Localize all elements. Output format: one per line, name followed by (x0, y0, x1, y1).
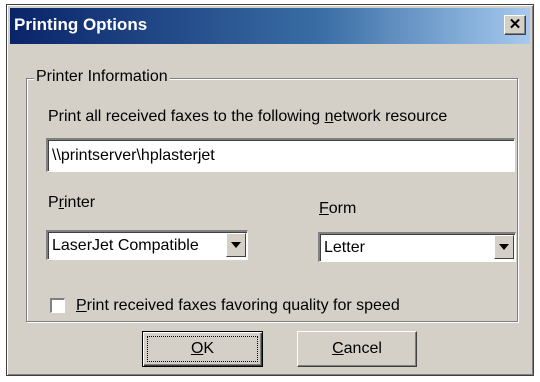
group-legend: Printer Information (34, 68, 170, 86)
close-button[interactable]: ✕ (504, 15, 526, 35)
close-icon: ✕ (508, 16, 522, 33)
title-bar[interactable]: Printing Options ✕ (10, 8, 530, 44)
printer-label: Printer (48, 194, 96, 211)
network-resource-label: Print all received faxes to the followin… (48, 108, 448, 125)
printer-dropdown-arrow-icon[interactable] (226, 233, 246, 257)
cancel-button[interactable]: Cancel (297, 331, 417, 367)
dialog-title: Printing Options (14, 15, 148, 34)
printer-selected-value: LaserJet Compatible (52, 237, 199, 254)
printer-select[interactable]: LaserJet Compatible (46, 230, 248, 260)
quality-checkbox[interactable] (50, 298, 65, 313)
form-select[interactable]: Letter (318, 232, 516, 262)
network-resource-input[interactable]: \\printserver\hplasterjet (46, 138, 515, 172)
ok-button[interactable]: OK (142, 331, 263, 367)
quality-checkbox-label[interactable]: Print received faxes favoring quality fo… (76, 297, 400, 315)
form-selected-value: Letter (324, 239, 365, 256)
form-label: Form (319, 200, 357, 217)
form-dropdown-arrow-icon[interactable] (494, 235, 514, 259)
